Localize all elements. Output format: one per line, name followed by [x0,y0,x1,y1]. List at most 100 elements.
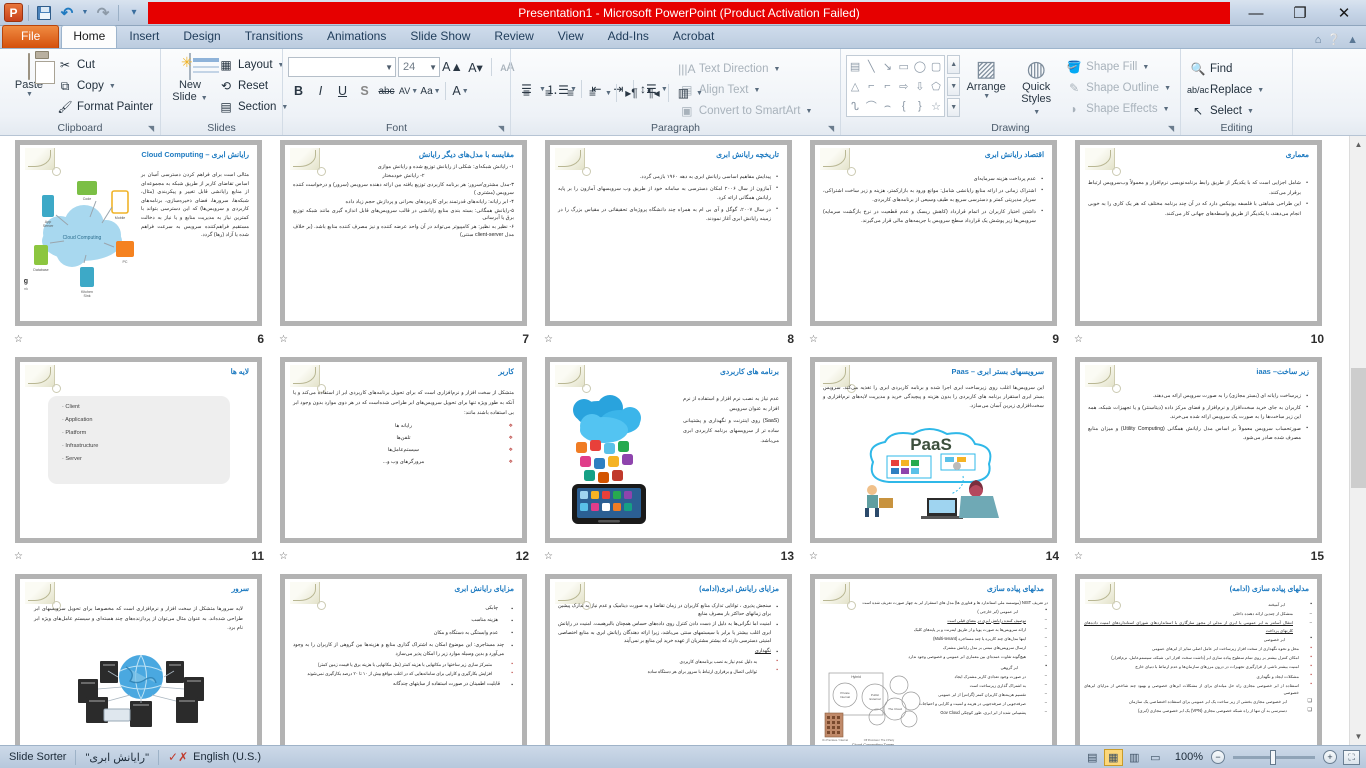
customize-qat-icon[interactable]: ▾ [124,3,144,23]
tab-acrobat[interactable]: Acrobat [661,25,726,48]
section-button[interactable]: ▤ Section ▼ [214,97,292,117]
spellcheck-icon[interactable]: ✓✗ [168,750,188,764]
justify-button[interactable]: ≡ [582,83,603,103]
tab-animations[interactable]: Animations [315,25,398,48]
slide-thumbnail-14[interactable]: سرویسهای بستر ابری – Paas این سرویس‌ها ا… [805,357,1070,574]
clipboard-dialog-launcher[interactable]: ◥ [148,124,158,134]
character-spacing-button[interactable]: AV▼ [398,81,419,101]
freeform-shape-icon[interactable]: ᔐ [851,100,859,113]
home-icon[interactable]: ⌂ [1315,34,1322,46]
drawing-dialog-launcher[interactable]: ◥ [1168,124,1178,134]
fit-window-icon[interactable]: ⛶ [1343,750,1360,765]
slide-sorter-view-button[interactable]: ▦ [1104,749,1123,766]
convert-smartart-button[interactable]: ▣ Convert to SmartArt ▼ [675,101,817,121]
scrollbar-thumb[interactable] [1351,368,1366,488]
slide-thumbnail-10[interactable]: معماری شامل اجزایی است که با یکدیگر از ط… [1070,140,1335,357]
elbow-arrow-icon[interactable]: ⌐ [884,80,890,92]
minimize-ribbon-icon[interactable]: ▲ [1347,34,1358,46]
close-button[interactable]: ✕ [1322,0,1366,26]
animation-star-icon[interactable]: ☆ [279,334,287,345]
arrange-button[interactable]: ▨ Arrange ▼ [962,55,1010,102]
shape-effects-button[interactable]: ◗ Shape Effects ▼ [1062,99,1175,119]
slide-thumbnail-20[interactable]: مدلهای پیاده سازی (ادامه) ابر آمیخته متش… [1070,574,1335,745]
scroll-up-icon[interactable]: ▲ [947,55,960,74]
find-button[interactable]: 🔍 Find [1186,59,1268,79]
undo-icon[interactable]: ↶ [57,3,77,23]
bold-button[interactable]: B [288,81,309,101]
textbox-shape-icon[interactable]: ▤ [850,60,860,73]
right-brace-icon[interactable]: } [918,100,922,112]
font-size-combobox[interactable]: 24 ▼ [398,57,440,77]
underline-button[interactable]: U [332,81,353,101]
animation-star-icon[interactable]: ☆ [809,551,817,562]
slide-frame[interactable]: سرور لایه سرورها متشکل از سخت افزار و نر… [15,574,262,745]
tab-view[interactable]: View [546,25,596,48]
text-direction-button[interactable]: |||A Text Direction ▼ [675,59,817,79]
tab-design[interactable]: Design [171,25,232,48]
vertical-scrollbar[interactable]: ▲ ▼ [1349,136,1366,745]
zoom-in-button[interactable]: + [1323,750,1337,764]
slide-thumbnail-17[interactable]: مزایای رایانش ابری چابکی هزینه مناسب عدم… [275,574,540,745]
slide-frame[interactable]: اقتصاد رایانش ابری عدم پرداخت هزینه سرما… [810,140,1057,326]
font-name-combobox[interactable]: ▼ [288,57,396,77]
cut-button[interactable]: ✂ Cut [53,55,157,75]
scroll-down-icon[interactable]: ▼ [1350,728,1366,745]
animation-star-icon[interactable]: ☆ [544,551,552,562]
triangle-shape-icon[interactable]: △ [851,80,859,93]
scroll-up-icon[interactable]: ▲ [1350,136,1366,153]
animation-star-icon[interactable]: ☆ [544,334,552,345]
pentagon-shape-icon[interactable]: ⬠ [931,80,941,93]
text-shadow-button[interactable]: S [354,81,375,101]
change-case-button[interactable]: Aa▼ [420,81,441,101]
slide-thumbnail-7[interactable]: مقایسه با مدل‌های دیگر رایانش ۱- رایانش … [275,140,540,357]
normal-view-button[interactable]: ▤ [1083,749,1102,766]
copy-button[interactable]: ⧉ Copy ▼ [53,76,157,96]
tab-review[interactable]: Review [482,25,545,48]
help-icon[interactable]: ❔ [1327,33,1341,46]
slide-frame[interactable]: سرویسهای بستر ابری – Paas این سرویس‌ها ا… [810,357,1057,543]
left-brace-icon[interactable]: { [902,100,906,112]
slide-thumbnail-8[interactable]: تاریخچه رایانش ابری پیدایش مفاهیم اساسی … [540,140,805,357]
ltr-text-direction-button[interactable]: ▸¶ [621,83,642,103]
shapes-more-icon[interactable]: ▼ [947,98,960,117]
slide-frame[interactable]: مدلهای پیاده سازی در تعریف NIST (موسسه م… [810,574,1057,745]
strikethrough-button[interactable]: abc [376,81,397,101]
animation-star-icon[interactable]: ☆ [1074,334,1082,345]
scroll-down-icon[interactable]: ▼ [947,77,960,96]
slide-frame[interactable]: مقایسه با مدل‌های دیگر رایانش ۱- رایانش … [280,140,527,326]
powerpoint-logo-icon[interactable]: P [4,3,23,22]
minimize-button[interactable]: — [1234,0,1278,26]
align-right-button[interactable]: ≡ [560,83,581,103]
slide-thumbnail-11[interactable]: لایه ها · Client · Application · Platfor… [10,357,275,574]
slide-thumbnail-15[interactable]: زیر ساخت– iaas زیرساخت رایانه ای (بستر م… [1070,357,1335,574]
status-language[interactable]: ✓✗ English (U.S.) [159,746,270,768]
down-arrow-shape-icon[interactable]: ⇩ [915,80,924,93]
align-center-button[interactable]: ≡ [538,83,559,103]
decrease-font-size-button[interactable]: A▾ [465,57,486,77]
shape-outline-button[interactable]: ✎ Shape Outline ▼ [1062,78,1175,98]
animation-star-icon[interactable]: ☆ [1074,551,1082,562]
zoom-slider[interactable] [1233,756,1315,759]
italic-button[interactable]: I [310,81,331,101]
arrow-shape-icon[interactable]: ↘ [883,60,892,73]
quick-styles-button[interactable]: ◍ Quick Styles ▼ [1012,55,1060,121]
animation-star-icon[interactable]: ☆ [279,551,287,562]
replace-button[interactable]: ab/ac Replace ▼ [1186,80,1268,100]
slide-frame[interactable]: مزایای رایانش ابری(ادامه) سنجش پذیری ، ت… [545,574,792,745]
slide-thumbnail-19[interactable]: مدلهای پیاده سازی در تعریف NIST (موسسه م… [805,574,1070,745]
reset-button[interactable]: ⟲ Reset [214,76,292,96]
tab-slide-show[interactable]: Slide Show [398,25,482,48]
slide-thumbnail-18[interactable]: مزایای رایانش ابری(ادامه) سنجش پذیری ، ت… [540,574,805,745]
slide-frame[interactable]: زیر ساخت– iaas زیرساخت رایانه ای (بستر م… [1075,357,1322,543]
zoom-percent-label[interactable]: 100% [1167,751,1209,763]
zoom-out-button[interactable]: − [1211,750,1225,764]
curve-shape-icon[interactable]: ⌒ [866,98,877,114]
slide-thumbnail-6[interactable]: رایانش ابری – Cloud Computing مثالی است … [10,140,275,357]
line-shape-icon[interactable]: ╲ [868,60,875,73]
select-button[interactable]: ↖ Select ▼ [1186,101,1268,121]
paragraph-dialog-launcher[interactable]: ◥ [828,124,838,134]
oval-shape-icon[interactable]: ◯ [914,60,926,73]
slide-thumbnail-16[interactable]: سرور لایه سرورها متشکل از سخت افزار و نر… [10,574,275,745]
undo-dropdown-icon[interactable]: ▼ [80,3,90,23]
tab-transitions[interactable]: Transitions [233,25,315,48]
